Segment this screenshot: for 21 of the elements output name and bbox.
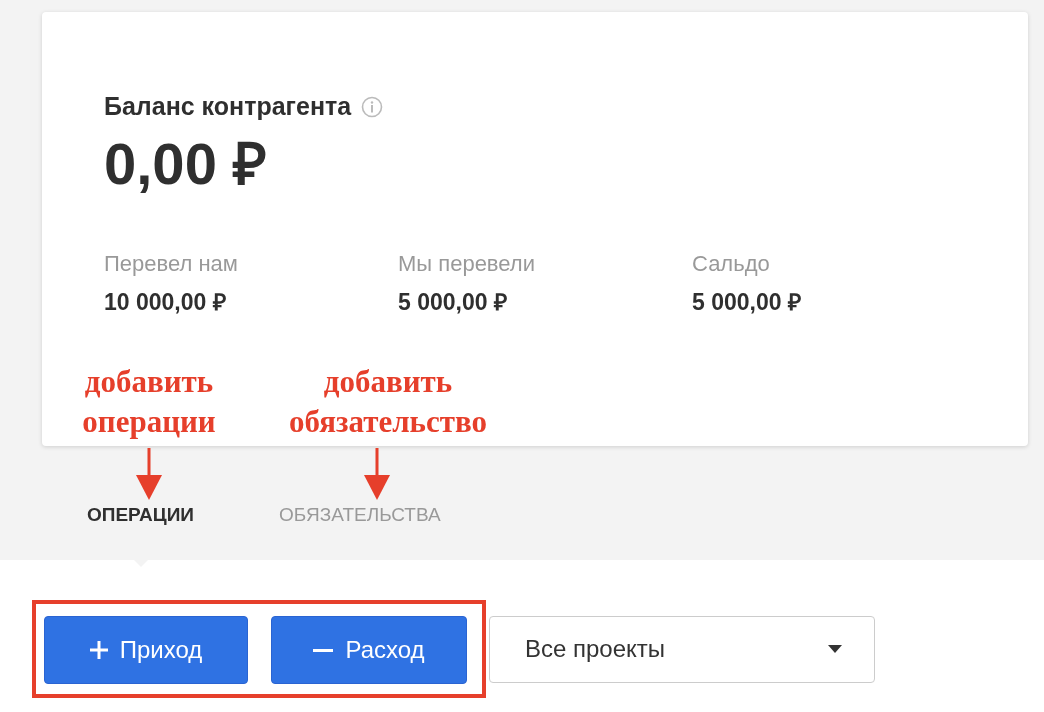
stat-value: 5 000,00 ₽ — [398, 288, 507, 317]
balance-amount: 0,00 ₽ — [104, 130, 267, 198]
tab[interactable]: ОБЯЗАТЕЛЬСТВА — [279, 504, 441, 526]
arrow-drawing — [136, 448, 162, 500]
annotation-text: добавить операции — [81, 363, 217, 441]
stat-label: Перевел нам — [104, 251, 238, 277]
stat-value: 10 000,00 ₽ — [104, 288, 226, 317]
income-button[interactable]: Приход — [44, 616, 248, 684]
info-icon[interactable] — [361, 95, 384, 118]
stat-value: 5 000,00 ₽ — [692, 288, 801, 317]
plus-icon — [89, 641, 108, 659]
arrow-drawing — [364, 448, 390, 500]
annotation-text: добавить обязательство — [288, 363, 488, 441]
expense-button[interactable]: Расход — [271, 616, 467, 684]
tab[interactable]: ОПЕРАЦИИ — [87, 504, 195, 526]
card-title: Баланс контрагента — [104, 92, 352, 121]
stat-label: Мы перевели — [398, 251, 535, 277]
minus-icon — [313, 648, 334, 652]
project-dropdown[interactable]: Все проекты — [489, 615, 875, 683]
dropdown-caret-icon — [828, 645, 842, 653]
stat-label: Сальдо — [692, 251, 770, 277]
